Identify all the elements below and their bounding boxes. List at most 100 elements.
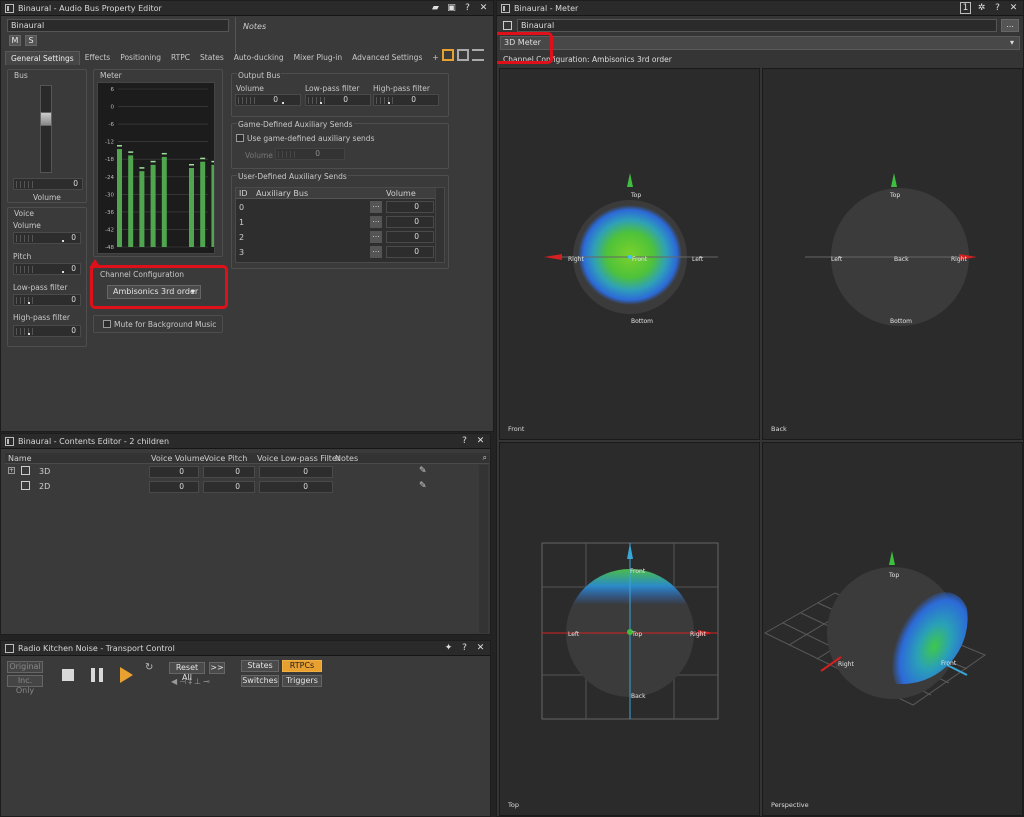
row-3-browse[interactable]: ... <box>370 246 382 258</box>
help-icon[interactable]: ? <box>462 2 473 14</box>
row-2d-pitch[interactable]: 0 <box>203 481 255 493</box>
front-view-svg <box>544 173 718 314</box>
row-2-browse[interactable]: ... <box>370 231 382 243</box>
inc-only-button[interactable]: Inc. Only <box>7 675 43 695</box>
close-icon[interactable]: ✕ <box>475 435 486 447</box>
meter-peak <box>189 164 194 166</box>
row-3-id: 3 <box>239 248 245 257</box>
more-button[interactable]: >> <box>209 662 225 674</box>
meter-type-dropdown[interactable]: 3D Meter ▾ <box>500 36 1020 50</box>
loop-icon[interactable]: ↻ <box>145 662 153 673</box>
help-icon[interactable]: ? <box>459 435 470 447</box>
mute-bg-checkbox[interactable] <box>103 320 111 328</box>
edit-pencil-icon[interactable]: ✎ <box>419 466 427 476</box>
help-icon[interactable]: ? <box>992 2 1003 14</box>
edit-pencil-icon[interactable]: ✎ <box>419 481 427 491</box>
layout-single-icon[interactable] <box>442 49 454 61</box>
output-hpf-value: 0 <box>411 95 416 104</box>
bus-volume-slider[interactable]: 0 <box>13 178 83 190</box>
mute-button[interactable]: M <box>9 35 21 46</box>
contents-row-3d[interactable]: + 3D 0 0 0 ✎ <box>5 466 475 480</box>
switches-button[interactable]: Switches <box>241 675 279 687</box>
game-sends-group <box>231 123 449 169</box>
back-view[interactable]: Top Bottom Left Right Back Back <box>762 68 1023 440</box>
row-3d-pitch[interactable]: 0 <box>203 466 255 478</box>
front-view[interactable]: Top Bottom Right Left Front Front <box>499 68 760 440</box>
row-2d-lpf[interactable]: 0 <box>259 481 333 493</box>
voice-volume-slider[interactable]: 0 <box>13 232 81 244</box>
voice-hpf-slider[interactable]: 0 <box>13 325 81 337</box>
row-2d-volume[interactable]: 0 <box>149 481 199 493</box>
tab-advanced-settings[interactable]: Advanced Settings <box>347 51 427 65</box>
tab-states[interactable]: States <box>195 51 229 65</box>
row-1-browse[interactable]: ... <box>370 216 382 228</box>
game-sends-checkbox[interactable] <box>236 134 244 142</box>
output-lpf-slider[interactable]: 0 <box>305 94 371 106</box>
top-view[interactable]: Front Back Left Right Top Top <box>499 442 760 816</box>
game-sends-volume-slider[interactable]: 0 <box>275 148 345 160</box>
row-2-volume[interactable]: 0 <box>386 231 434 243</box>
tab-effects[interactable]: Effects <box>80 51 116 65</box>
row-3d-lpf[interactable]: 0 <box>259 466 333 478</box>
voice-lpf-slider[interactable]: 0 <box>13 294 81 306</box>
close-icon[interactable]: ✕ <box>478 2 489 14</box>
tab-auto-ducking[interactable]: Auto-ducking <box>229 51 289 65</box>
row-3-volume[interactable]: 0 <box>386 246 434 258</box>
row-1-value: 0 <box>414 217 419 226</box>
pin-icon[interactable]: ✦ <box>443 642 454 654</box>
col-volume: Volume <box>386 189 416 198</box>
close-icon[interactable]: ✕ <box>475 642 486 654</box>
pin-number-icon[interactable]: 1 <box>960 2 971 14</box>
contents-row-2d[interactable]: 2D 0 0 0 ✎ <box>5 481 475 495</box>
tab-positioning[interactable]: Positioning <box>115 51 166 65</box>
bus-volume-value: 0 <box>73 179 78 188</box>
perspective-view[interactable]: Top Right Front Perspective <box>762 442 1023 816</box>
voice-pitch-slider[interactable]: 0 <box>13 263 81 275</box>
output-volume-slider[interactable]: 0 <box>235 94 301 106</box>
layout-split-icon[interactable] <box>457 49 469 61</box>
solo-button[interactable]: S <box>25 35 37 46</box>
object-name-field[interactable]: Binaural <box>7 19 229 32</box>
help-icon[interactable]: ? <box>459 642 470 654</box>
triggers-button[interactable]: Triggers <box>282 675 322 687</box>
row-0-volume[interactable]: 0 <box>386 201 434 213</box>
bus-fader-handle[interactable] <box>40 112 52 126</box>
gear-icon[interactable]: ✲ <box>976 2 987 14</box>
reset-all-button[interactable]: Reset All <box>169 662 205 682</box>
meter-peak <box>139 167 145 169</box>
contents-scrollbar[interactable] <box>479 465 488 633</box>
layout-stack-icon[interactable] <box>472 49 484 61</box>
meter-bus-field[interactable]: Binaural <box>517 19 997 32</box>
contents-editor-title: Binaural - Contents Editor - 2 children <box>18 436 170 446</box>
close-icon[interactable]: ✕ <box>1008 2 1019 14</box>
user-sends-scrollbar[interactable] <box>435 188 444 262</box>
meter-bar <box>139 171 145 247</box>
folder-icon[interactable]: ▰ <box>430 2 441 14</box>
save-icon[interactable]: ▣ <box>446 2 457 14</box>
original-button[interactable]: Original <box>7 661 43 673</box>
front-top-label: Top <box>631 192 642 199</box>
persp-left-label: Right <box>838 661 854 668</box>
tab-rtpc[interactable]: RTPC <box>166 51 195 65</box>
states-button[interactable]: States <box>241 660 279 672</box>
search-icon[interactable]: ⌕ <box>483 453 487 463</box>
user-send-row-3: 3 ... 0 <box>236 246 436 260</box>
front-left-label: Right <box>568 256 584 263</box>
stop-icon[interactable] <box>62 669 74 681</box>
row-1-volume[interactable]: 0 <box>386 216 434 228</box>
play-icon[interactable] <box>120 667 133 683</box>
pause-icon[interactable] <box>91 668 103 682</box>
row-3d-volume[interactable]: 0 <box>149 466 199 478</box>
row-2d-volume-value: 0 <box>179 482 184 491</box>
meter-scale-label: -48 <box>105 245 114 251</box>
transport-tools-icons[interactable]: ◀⊣‡⊥⊸ <box>171 677 212 686</box>
row-2d-lpf-value: 0 <box>303 482 308 491</box>
game-sends-volume-value: 0 <box>315 149 320 158</box>
rtpcs-button[interactable]: RTPCs <box>282 660 322 672</box>
expand-icon[interactable]: + <box>8 467 15 474</box>
meter-browse-button[interactable]: ... <box>1001 19 1019 32</box>
output-hpf-slider[interactable]: 0 <box>373 94 439 106</box>
tab-mixer-plugin[interactable]: Mixer Plug-in <box>289 51 348 65</box>
row-0-browse[interactable]: ... <box>370 201 382 213</box>
tab-general-settings[interactable]: General Settings <box>5 51 80 65</box>
